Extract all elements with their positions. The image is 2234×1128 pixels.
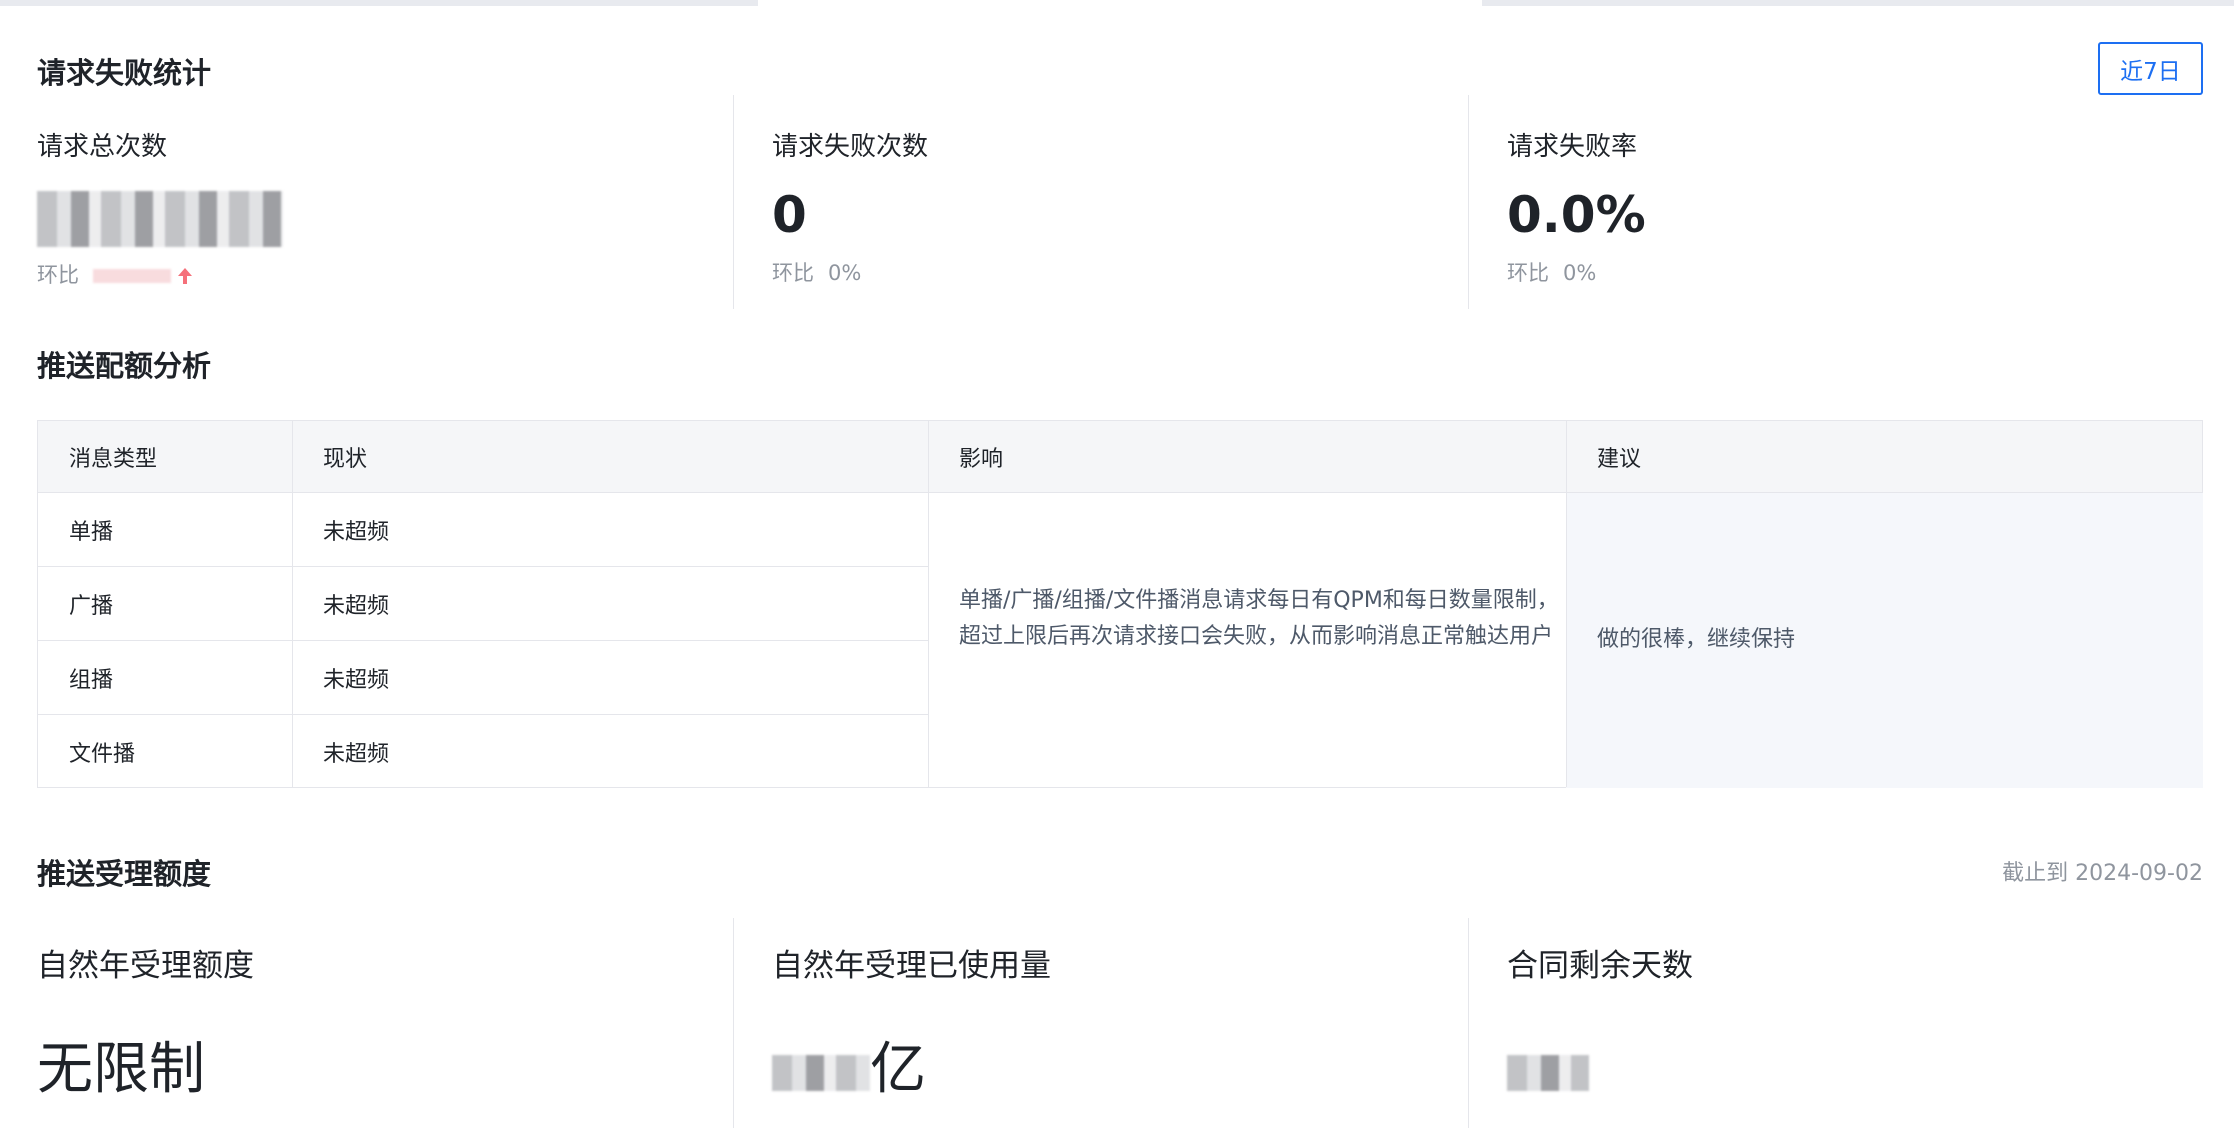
cell-status: 未超频 <box>323 741 390 767</box>
arrow-up-icon <box>178 267 192 284</box>
cell-status: 未超频 <box>323 519 390 545</box>
compare-value: 0% <box>828 261 862 285</box>
top-tab-strip-right <box>1482 0 2234 6</box>
stat-divider <box>733 918 734 1128</box>
failure-stats-title: 请求失败统计 <box>37 56 212 90</box>
impact-description: 单播/广播/组播/文件播消息请求每日有QPM和每日数量限制，超过上限后再次请求接… <box>959 588 1559 649</box>
redacted-value <box>1507 1054 1589 1091</box>
quota-card-annual-limit: 自然年受理额度 无限制 <box>37 940 772 1105</box>
quota-value-suffix: 亿 <box>870 1037 926 1102</box>
quota-value-redacted <box>1507 1035 2234 1105</box>
quota-analysis-title: 推送配额分析 <box>37 349 212 383</box>
stat-card-failed-requests: 请求失败次数 0 环比 0% <box>772 126 1507 287</box>
header-status: 现状 <box>323 447 368 472</box>
acceptance-quota-title: 推送受理额度 <box>37 857 212 891</box>
stat-label: 请求失败率 <box>1507 132 1638 162</box>
compare-label: 环比 <box>1507 261 1549 285</box>
compare-label: 环比 <box>37 262 79 287</box>
cutoff-date: 截止到 2024-09-02 <box>2002 861 2203 886</box>
quota-value: 无限制 <box>37 1037 205 1102</box>
compare-value: 0% <box>1563 261 1597 285</box>
cell-message-type: 广播 <box>69 593 114 619</box>
stat-card-failure-rate: 请求失败率 0.0% 环比 0% <box>1507 126 2234 287</box>
top-tab-strip-left <box>0 0 758 6</box>
stat-compare: 环比 <box>37 259 772 289</box>
table-header: 消息类型 现状 影响 建议 <box>38 421 2202 493</box>
quota-value: 亿 <box>772 1035 1507 1105</box>
stat-value: 0 <box>772 186 807 244</box>
stat-compare: 环比 0% <box>1507 257 2234 287</box>
stat-label: 请求失败次数 <box>772 132 929 162</box>
cell-message-type: 单播 <box>69 519 114 545</box>
quota-label: 合同剩余天数 <box>1507 948 1693 984</box>
quota-label: 自然年受理额度 <box>37 948 254 984</box>
range-7days-button[interactable]: 近7日 <box>2098 42 2203 95</box>
redacted-value <box>37 190 283 247</box>
stat-card-total-requests: 请求总次数 环比 <box>37 126 772 289</box>
row-divider <box>38 566 928 567</box>
header-impact: 影响 <box>959 447 1004 472</box>
stat-divider <box>1468 95 1469 309</box>
quota-table: 消息类型 现状 影响 建议 单播 未超频 广播 未超频 组播 未超频 文件播 未… <box>37 420 2203 788</box>
cell-status: 未超频 <box>323 667 390 693</box>
col-divider <box>1566 421 1567 787</box>
quota-card-annual-used: 自然年受理已使用量 亿 <box>772 940 1507 1105</box>
quota-card-contract-days: 合同剩余天数 <box>1507 940 2234 1105</box>
compare-label: 环比 <box>772 261 814 285</box>
stat-label: 请求总次数 <box>37 132 168 162</box>
col-divider <box>928 421 929 787</box>
header-message-type: 消息类型 <box>69 447 158 472</box>
stat-compare: 环比 0% <box>772 257 1507 287</box>
suggestion-text: 做的很棒，继续保持 <box>1597 627 1796 652</box>
stat-divider <box>1468 918 1469 1128</box>
cell-status: 未超频 <box>323 593 390 619</box>
stat-divider <box>733 95 734 309</box>
redacted-compare <box>93 268 171 283</box>
row-divider <box>38 640 928 641</box>
redacted-value <box>772 1054 870 1091</box>
cell-message-type: 文件播 <box>69 741 136 767</box>
stat-value: 0.0% <box>1507 186 1646 244</box>
header-suggestion: 建议 <box>1597 447 1642 472</box>
quota-label: 自然年受理已使用量 <box>772 948 1051 984</box>
stat-value-redacted <box>37 185 772 247</box>
cell-message-type: 组播 <box>69 667 114 693</box>
row-divider <box>38 714 928 715</box>
